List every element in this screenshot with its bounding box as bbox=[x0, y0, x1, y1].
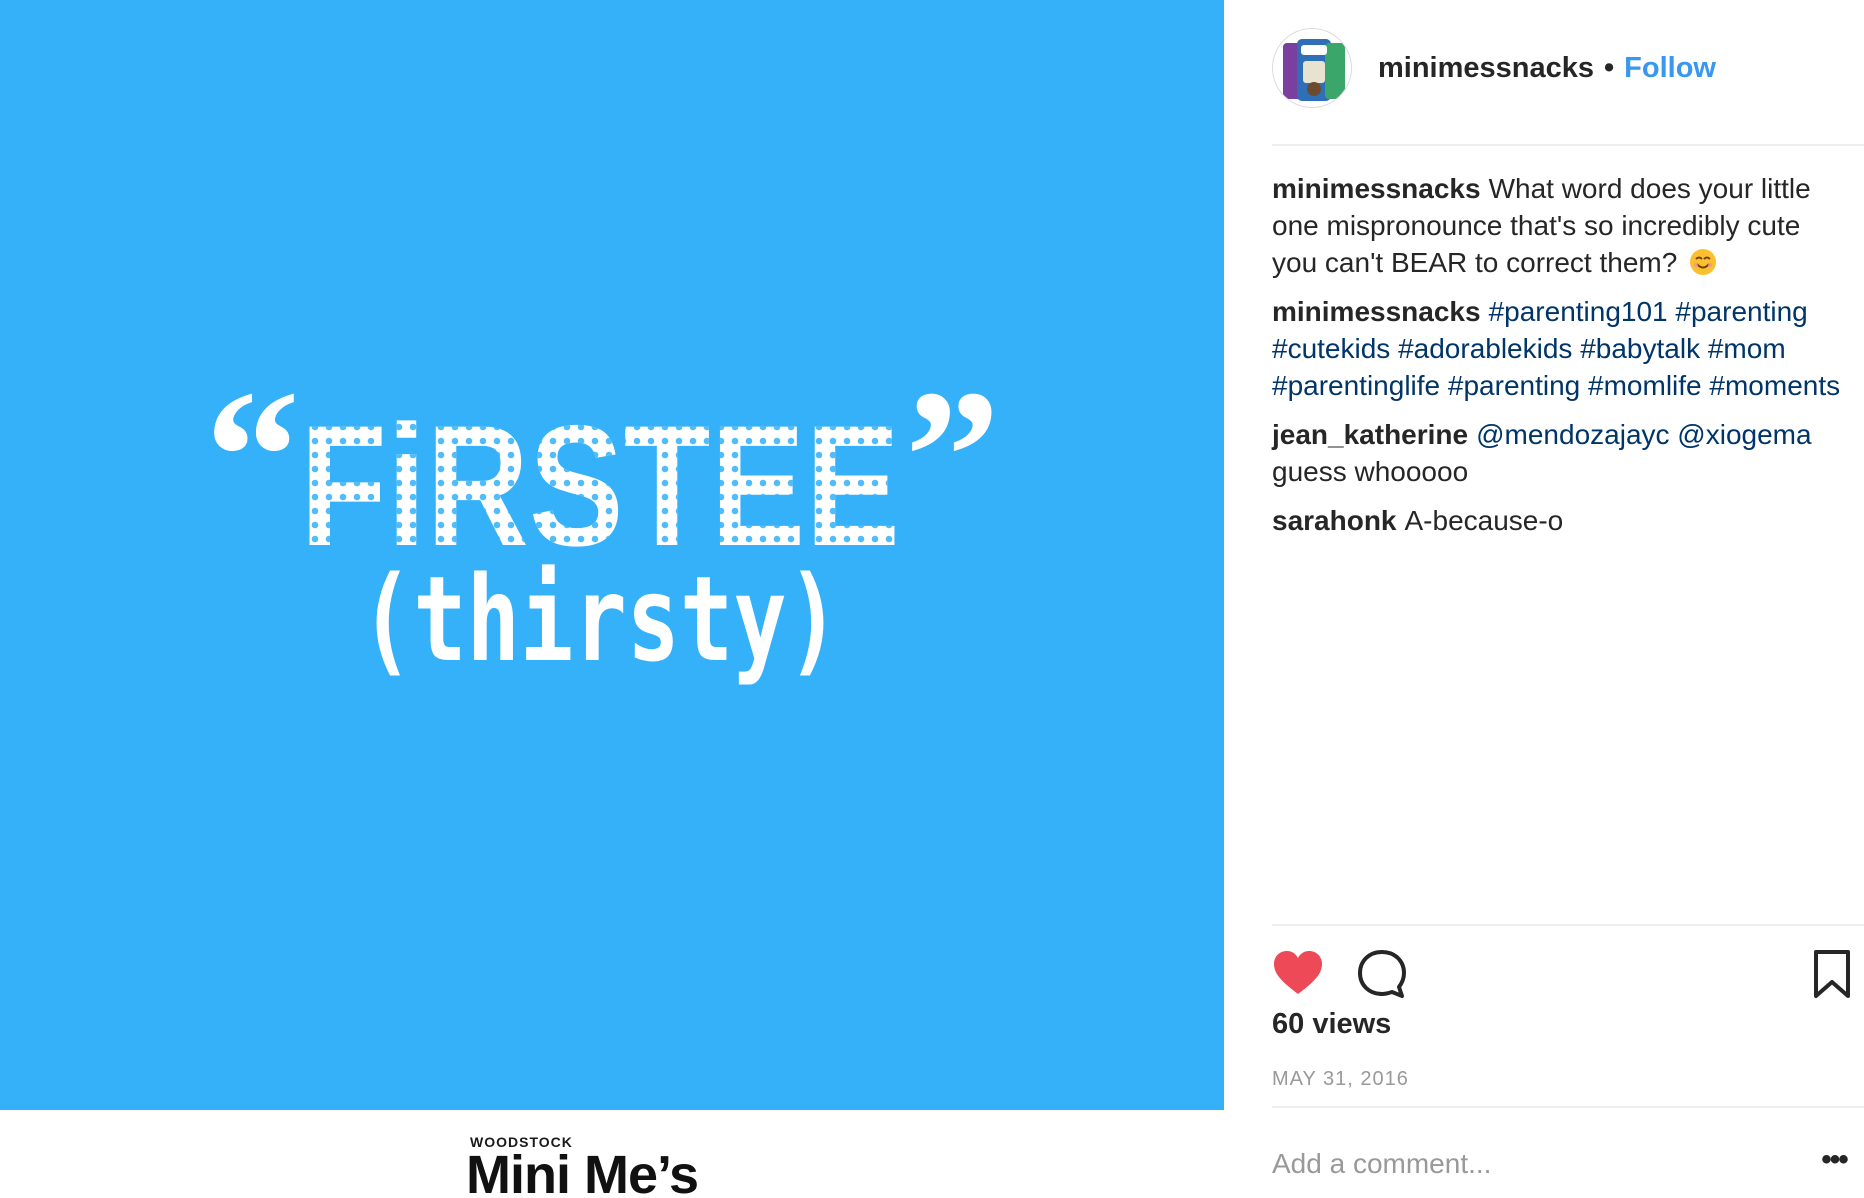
comment-username[interactable]: sarahonk bbox=[1272, 505, 1397, 536]
hashtag-link[interactable]: #cutekids bbox=[1272, 333, 1390, 364]
hashtag-link[interactable]: #parentinglife bbox=[1272, 370, 1440, 401]
caption-comment: minimessnacks What word does your little … bbox=[1272, 170, 1852, 281]
comment-text: guess whooooo bbox=[1272, 456, 1469, 487]
bookmark-icon[interactable] bbox=[1804, 946, 1860, 1002]
views-count[interactable]: 60 views bbox=[1272, 1008, 1391, 1041]
comment-username[interactable]: minimessnacks bbox=[1272, 296, 1481, 327]
comment-divider bbox=[1272, 1106, 1864, 1108]
hashtag-link[interactable]: #momlife bbox=[1588, 370, 1702, 401]
actions-divider bbox=[1272, 924, 1864, 926]
mention-link[interactable]: @mendozajayc bbox=[1476, 419, 1669, 450]
post-media[interactable]: “ FiRSTEE FiRSTEE ” (thirsty) WOODSTOCK … bbox=[0, 0, 1224, 1198]
user-comment: sarahonk A-because-o bbox=[1272, 502, 1852, 539]
hashtag-link[interactable]: #mom bbox=[1708, 333, 1786, 364]
comment-text: A-because-o bbox=[1404, 505, 1564, 536]
comment-icon[interactable] bbox=[1354, 946, 1410, 1002]
smiling-face-emoji bbox=[1690, 249, 1717, 275]
header-separator: • bbox=[1604, 51, 1615, 84]
post-date: MAY 31, 2016 bbox=[1272, 1068, 1409, 1090]
comment-username[interactable]: jean_katherine bbox=[1272, 419, 1468, 450]
mention-link[interactable]: @xiogema bbox=[1677, 419, 1811, 450]
hashtag-link[interactable]: #parenting bbox=[1675, 296, 1807, 327]
heart-icon[interactable] bbox=[1270, 946, 1326, 1002]
hashtags-comment: minimessnacks #parenting101 #parenting #c… bbox=[1272, 293, 1852, 404]
post-image-graphic: “ FiRSTEE FiRSTEE ” (thirsty) bbox=[205, 352, 1000, 688]
hashtag-link[interactable]: #parenting101 bbox=[1489, 296, 1668, 327]
more-options-icon[interactable]: ••• bbox=[1814, 1145, 1854, 1180]
quote-open-mark: “ bbox=[205, 352, 300, 562]
avatar-image bbox=[1273, 29, 1351, 107]
add-comment-input[interactable] bbox=[1272, 1140, 1772, 1188]
quote-close-mark: ” bbox=[905, 352, 1000, 562]
comments-list: minimessnacks What word does your little … bbox=[1272, 170, 1852, 551]
comment-username[interactable]: minimessnacks bbox=[1272, 173, 1481, 204]
hashtag-link[interactable]: #moments bbox=[1709, 370, 1840, 401]
post-header: minimessnacks • Follow bbox=[1272, 28, 1832, 108]
meaning-text: (thirsty) bbox=[360, 550, 840, 688]
header-username[interactable]: minimessnacks bbox=[1378, 52, 1594, 85]
brand-logo-text: Mini Me’s bbox=[466, 1145, 699, 1198]
follow-button[interactable]: Follow bbox=[1624, 52, 1716, 85]
hashtag-link[interactable]: #parenting bbox=[1448, 370, 1580, 401]
post-side-panel: minimessnacks • Follow minimessnacks What… bbox=[1224, 0, 1864, 1198]
header-divider bbox=[1272, 144, 1864, 146]
hashtag-link[interactable]: #adorablekids bbox=[1398, 333, 1572, 364]
brand-logo-avatar[interactable] bbox=[1272, 28, 1352, 108]
hashtag-link[interactable]: #babytalk bbox=[1580, 333, 1700, 364]
user-comment: jean_katherine @mendozajayc @xiogema gues… bbox=[1272, 416, 1852, 490]
